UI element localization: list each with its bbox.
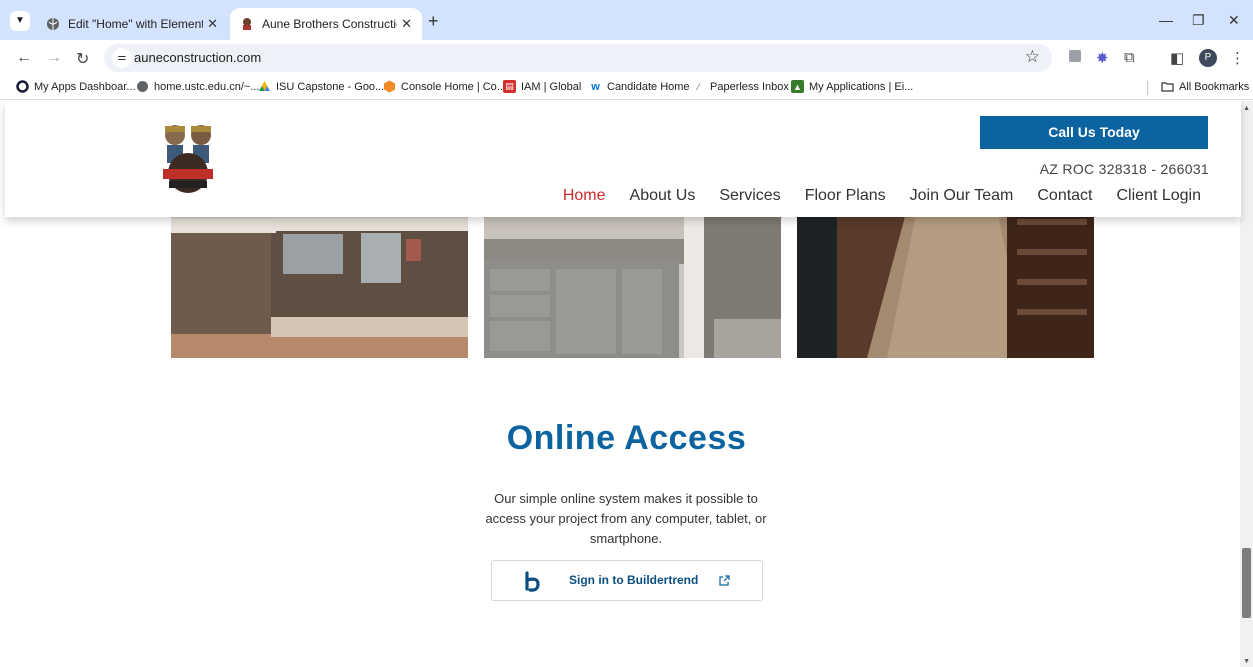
globe-icon [136, 80, 149, 93]
bookmark-label: My Apps Dashboar... [34, 80, 136, 93]
extensions-puzzle-icon[interactable]: ⧉ [1124, 49, 1135, 66]
nav-floor-plans[interactable]: Floor Plans [805, 187, 886, 205]
iam-icon: ▤ [503, 80, 516, 93]
extension-gear-icon[interactable]: ✸ [1096, 49, 1109, 67]
nav-contact[interactable]: Contact [1037, 187, 1092, 205]
bookmarks-divider [1147, 81, 1148, 95]
aune-favicon-icon [240, 17, 254, 31]
nav-client-login[interactable]: Client Login [1117, 187, 1202, 205]
aws-icon [383, 80, 396, 93]
buildertrend-logo-icon [524, 571, 542, 593]
aune-brothers-logo[interactable] [155, 121, 221, 197]
call-us-today-button[interactable]: Call Us Today [980, 116, 1208, 149]
buildertrend-button-label: Sign in to Buildertrend [569, 573, 699, 587]
bookmark-label: home.ustc.edu.cn/~... [154, 80, 260, 93]
folder-icon [1161, 80, 1174, 93]
nav-join-our-team[interactable]: Join Our Team [910, 187, 1014, 205]
bookmark-item[interactable]: ▲ My Applications | Ei... [791, 80, 913, 93]
browser-tab-bar: ▼ Edit "Home" with Elementor ✕ Aune Brot… [0, 0, 1253, 40]
back-icon[interactable]: ← [16, 49, 32, 67]
bookmark-item[interactable]: Console Home | Co... [383, 80, 506, 93]
scrollbar-thumb[interactable] [1242, 548, 1251, 618]
all-bookmarks-label: All Bookmarks [1179, 80, 1250, 93]
bookmark-label: Paperless Inbox [710, 80, 789, 93]
deere-icon: ▲ [791, 80, 804, 93]
online-access-description: Our simple online system makes it possib… [485, 491, 767, 546]
nav-services[interactable]: Services [719, 187, 780, 205]
site-info-icon[interactable]: ⚌ [112, 48, 132, 68]
workday-icon: w [591, 80, 600, 93]
side-panel-icon[interactable]: ◧ [1170, 49, 1184, 67]
bookmark-label: ISU Capstone - Goo... [276, 80, 385, 93]
drive-icon [258, 80, 271, 93]
address-bar[interactable]: ⚌ auneconstruction.com ☆ [104, 44, 1052, 72]
bookmark-label: Console Home | Co... [401, 80, 506, 93]
globe-icon [46, 17, 60, 31]
tab-elementor[interactable]: Edit "Home" with Elementor ✕ [36, 8, 228, 40]
close-tab-icon[interactable]: ✕ [401, 16, 412, 32]
minimize-icon[interactable]: — [1159, 12, 1173, 28]
nav-about-us[interactable]: About Us [630, 187, 696, 205]
url-text: auneconstruction.com [134, 50, 262, 65]
external-link-icon [718, 574, 730, 586]
online-access-heading: Online Access [506, 419, 747, 457]
bathroom-vanity-photo[interactable] [484, 209, 781, 358]
page-scrollbar[interactable]: ▲ ▼ [1240, 101, 1253, 667]
new-tab-icon[interactable]: + [428, 12, 439, 30]
bookmark-item[interactable]: My Apps Dashboar... [16, 80, 136, 93]
close-tab-icon[interactable]: ✕ [207, 16, 218, 32]
scroll-down-icon[interactable]: ▼ [1243, 658, 1250, 665]
walk-in-closet-photo[interactable] [797, 209, 1094, 358]
bookmarks-bar: My Apps Dashboar... home.ustc.edu.cn/~..… [0, 76, 1253, 100]
sign-in-buildertrend-button[interactable]: Sign in to Buildertrend [491, 560, 763, 601]
site-header: Call Us Today AZ ROC 328318 - 266031 Hom… [5, 101, 1241, 217]
forward-icon[interactable]: → [46, 49, 62, 67]
bookmark-item[interactable]: ISU Capstone - Goo... [258, 80, 384, 93]
tab-aune-brothers[interactable]: Aune Brothers Construction ✕ [230, 8, 422, 40]
license-number: AZ ROC 328318 - 266031 [1039, 161, 1209, 177]
close-window-icon[interactable]: ✕ [1228, 12, 1240, 29]
bookmark-item[interactable]: ▤ IAM | Global [503, 80, 581, 93]
tab-search-button[interactable]: ▼ [10, 11, 30, 31]
bookmark-item[interactable]: w Candidate Home [589, 80, 690, 93]
all-bookmarks[interactable]: All Bookmarks [1161, 80, 1249, 93]
extension-icon[interactable] [1068, 49, 1082, 67]
paperless-icon: ⁄ [697, 81, 700, 92]
outdoor-kitchen-photo[interactable] [171, 209, 468, 358]
profile-avatar[interactable]: P [1199, 49, 1217, 67]
bookmark-star-icon[interactable]: ☆ [1025, 47, 1040, 67]
restore-icon[interactable]: ❐ [1192, 12, 1205, 29]
nav-home[interactable]: Home [563, 187, 606, 205]
main-navigation: Home About Us Services Floor Plans Join … [563, 187, 1201, 205]
bookmark-item[interactable]: ⁄ Paperless Inbox [692, 80, 789, 93]
reload-icon[interactable]: ↻ [76, 49, 89, 69]
tab-title: Aune Brothers Construction [262, 17, 398, 31]
okta-icon [16, 80, 29, 93]
bookmark-label: My Applications | Ei... [809, 80, 914, 93]
scroll-up-icon[interactable]: ▲ [1243, 105, 1250, 112]
tab-title: Edit "Home" with Elementor [68, 17, 204, 31]
bookmark-label: IAM | Global [521, 80, 582, 93]
bookmark-item[interactable]: home.ustc.edu.cn/~... [136, 80, 259, 93]
menu-kebab-icon[interactable]: ⋮ [1230, 49, 1245, 67]
page-viewport: Call Us Today AZ ROC 328318 - 266031 Hom… [0, 101, 1253, 667]
browser-toolbar: ← → ↻ ⚌ auneconstruction.com ☆ ✸ ⧉ ◧ P ⋮ [0, 40, 1253, 76]
bookmark-label: Candidate Home [607, 80, 690, 93]
